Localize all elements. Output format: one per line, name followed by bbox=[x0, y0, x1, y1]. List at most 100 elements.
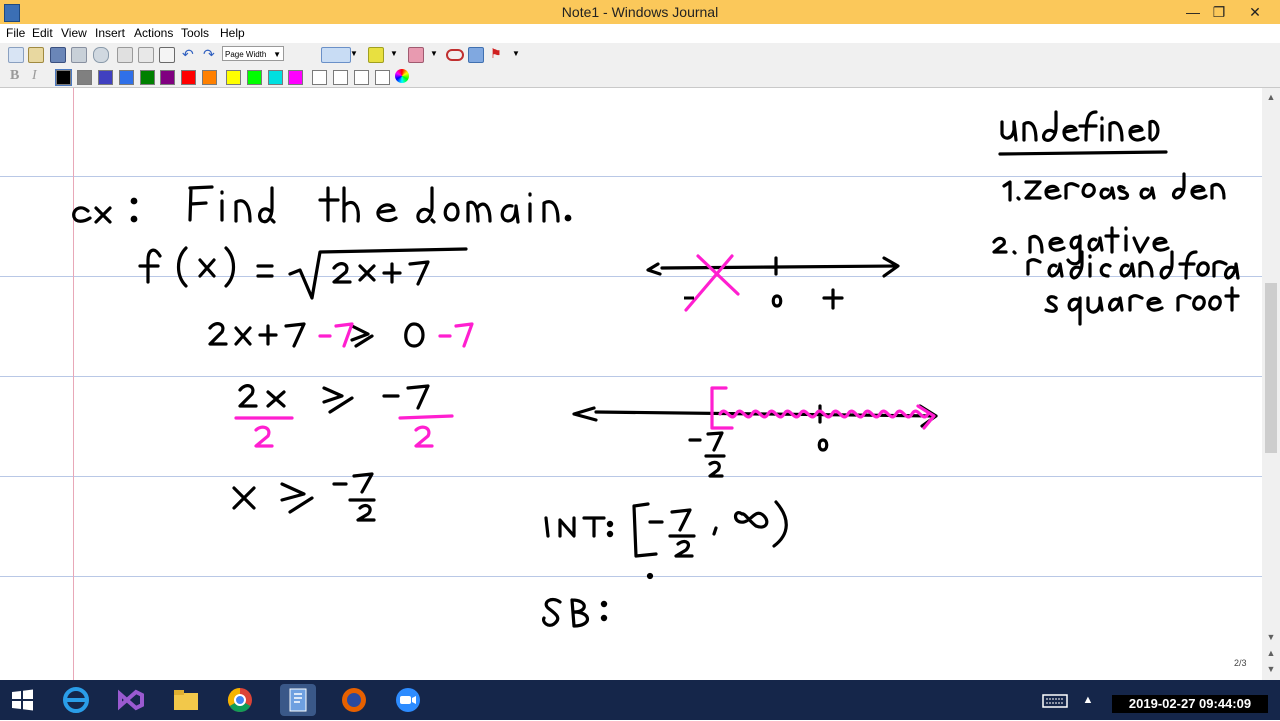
menu-help[interactable]: Help bbox=[220, 26, 245, 40]
zoom-select[interactable]: Page Width ▼ bbox=[222, 46, 284, 61]
format-toolbar: B I bbox=[0, 65, 1280, 88]
ink-stroke-zero-1 bbox=[404, 322, 425, 348]
ink-stroke-undefined-underline bbox=[998, 150, 1168, 156]
menu-bar: File Edit View Insert Actions Tools Help bbox=[0, 24, 1280, 43]
menu-view[interactable]: View bbox=[61, 26, 87, 40]
firefox-icon[interactable] bbox=[336, 684, 372, 716]
ink-stroke-zero-tick-2 bbox=[817, 438, 829, 452]
find-icon[interactable] bbox=[93, 47, 109, 63]
title-bar: Note1 - Windows Journal — ❐ ✕ bbox=[0, 0, 1280, 24]
bold-icon[interactable]: B bbox=[10, 69, 24, 83]
ink-stroke-zero-tick-1 bbox=[771, 294, 783, 308]
ink-stroke-radical bbox=[288, 247, 468, 300]
new-note-icon[interactable] bbox=[8, 47, 24, 63]
ink-stroke-f-of-x bbox=[138, 246, 274, 288]
open-icon[interactable] bbox=[28, 47, 44, 63]
vertical-scrollbar[interactable]: ▲ ▼ ▲ ▼ bbox=[1262, 88, 1280, 680]
redo-icon[interactable]: ↷ bbox=[203, 47, 217, 61]
scroll-up-icon[interactable]: ▲ bbox=[1262, 92, 1280, 102]
ink-stroke-geq-2 bbox=[322, 386, 354, 414]
pen-color-black-swatch[interactable] bbox=[55, 69, 72, 86]
touch-keyboard-icon[interactable] bbox=[1040, 684, 1070, 716]
highlighter-dropdown-icon[interactable]: ▼ bbox=[390, 47, 404, 61]
menu-actions[interactable]: Actions bbox=[134, 26, 173, 40]
ink-stroke-plus-sign bbox=[822, 288, 844, 310]
pen-color-orange-swatch[interactable] bbox=[202, 70, 217, 85]
window-title: Note1 - Windows Journal bbox=[561, 4, 719, 20]
ink-dot bbox=[646, 572, 654, 580]
pen-width-thick-icon[interactable] bbox=[354, 70, 369, 85]
pen-color-magenta-swatch[interactable] bbox=[288, 70, 303, 85]
chevron-up-icon[interactable]: ▲ bbox=[1078, 684, 1098, 716]
ink-sb-colon-bottom bbox=[600, 614, 608, 622]
pen-width-extra-icon[interactable] bbox=[375, 70, 390, 85]
page-down-icon[interactable]: ▼ bbox=[1262, 664, 1280, 674]
pen-icon[interactable] bbox=[321, 47, 351, 63]
menu-insert[interactable]: Insert bbox=[95, 26, 125, 40]
pen-width-medium-icon[interactable] bbox=[333, 70, 348, 85]
ink-colon-top bbox=[130, 197, 138, 205]
lasso-icon[interactable] bbox=[446, 49, 464, 61]
page-up-icon[interactable]: ▲ bbox=[1262, 648, 1280, 658]
maximize-button[interactable]: ❐ bbox=[1202, 0, 1236, 24]
ink-stroke-list-1 bbox=[1002, 172, 1226, 202]
windows-start-icon[interactable] bbox=[6, 684, 38, 716]
journal-page[interactable] bbox=[0, 88, 1262, 680]
undo-icon[interactable]: ↶ bbox=[182, 47, 196, 61]
ink-stroke-ex bbox=[72, 206, 112, 224]
pen-color-yellow-swatch[interactable] bbox=[226, 70, 241, 85]
ink-stroke-find-the-domain bbox=[188, 185, 560, 224]
ink-stroke-inequality-1 bbox=[208, 322, 306, 348]
pen-color-indigo-swatch[interactable] bbox=[98, 70, 113, 85]
flag-icon[interactable]: ⚑ bbox=[490, 47, 504, 61]
eraser-icon[interactable] bbox=[408, 47, 424, 63]
ink-stroke-interval bbox=[632, 500, 788, 558]
paste-icon[interactable] bbox=[159, 47, 175, 63]
chevron-down-icon: ▼ bbox=[273, 50, 281, 59]
zoom-select-value: Page Width bbox=[225, 50, 267, 59]
menu-tools[interactable]: Tools bbox=[181, 26, 209, 40]
visual-studio-icon[interactable] bbox=[112, 684, 148, 716]
flag-dropdown-icon[interactable]: ▼ bbox=[512, 47, 526, 61]
timestamp-overlay: 2019-02-27 09:44:09 bbox=[1112, 695, 1268, 713]
pen-color-green-swatch[interactable] bbox=[140, 70, 155, 85]
ink-sb-colon-top bbox=[600, 600, 608, 608]
copy-icon[interactable] bbox=[138, 47, 154, 63]
ink-stroke-bracket bbox=[710, 386, 734, 430]
italic-icon[interactable]: I bbox=[32, 69, 46, 83]
menu-edit[interactable]: Edit bbox=[32, 26, 53, 40]
menu-file[interactable]: File bbox=[6, 26, 25, 40]
ink-stroke-minus7-right bbox=[438, 322, 474, 348]
print-icon[interactable] bbox=[71, 47, 87, 63]
pen-color-gray-swatch[interactable] bbox=[77, 70, 92, 85]
scroll-thumb[interactable] bbox=[1265, 283, 1277, 453]
ink-stroke-undefined bbox=[1000, 110, 1160, 142]
ink-stroke-2x-numer bbox=[238, 384, 286, 408]
save-icon[interactable] bbox=[50, 47, 66, 63]
pen-color-lime-swatch[interactable] bbox=[247, 70, 262, 85]
ink-stroke-sb-label bbox=[542, 597, 590, 628]
eraser-dropdown-icon[interactable]: ▼ bbox=[430, 47, 444, 61]
chrome-icon[interactable] bbox=[222, 684, 258, 716]
internet-explorer-icon[interactable] bbox=[58, 684, 94, 716]
close-button[interactable]: ✕ bbox=[1238, 0, 1272, 24]
windows-journal-taskbar-icon[interactable] bbox=[280, 684, 316, 716]
pen-dropdown-icon[interactable]: ▼ bbox=[350, 47, 364, 61]
ink-stroke-numberline-top bbox=[646, 256, 900, 278]
highlighter-icon[interactable] bbox=[368, 47, 384, 63]
pen-color-blue-swatch[interactable] bbox=[119, 70, 134, 85]
cut-icon[interactable] bbox=[117, 47, 133, 63]
pen-color-purple-swatch[interactable] bbox=[160, 70, 175, 85]
zoom-icon[interactable] bbox=[390, 684, 426, 716]
ink-stroke-neg7-over-2 bbox=[332, 472, 376, 522]
file-explorer-icon[interactable] bbox=[168, 684, 204, 716]
pen-color-cyan-swatch[interactable] bbox=[268, 70, 283, 85]
ink-stroke-geq-1 bbox=[350, 324, 374, 348]
insert-space-icon[interactable] bbox=[468, 47, 484, 63]
color-palette-icon[interactable] bbox=[395, 69, 409, 83]
ink-stroke-fraction-bar-right bbox=[398, 414, 454, 420]
ink-stroke-minus7-left bbox=[318, 322, 354, 348]
pen-width-fine-icon[interactable] bbox=[312, 70, 327, 85]
scroll-down-icon[interactable]: ▼ bbox=[1262, 632, 1280, 642]
pen-color-red-swatch[interactable] bbox=[181, 70, 196, 85]
